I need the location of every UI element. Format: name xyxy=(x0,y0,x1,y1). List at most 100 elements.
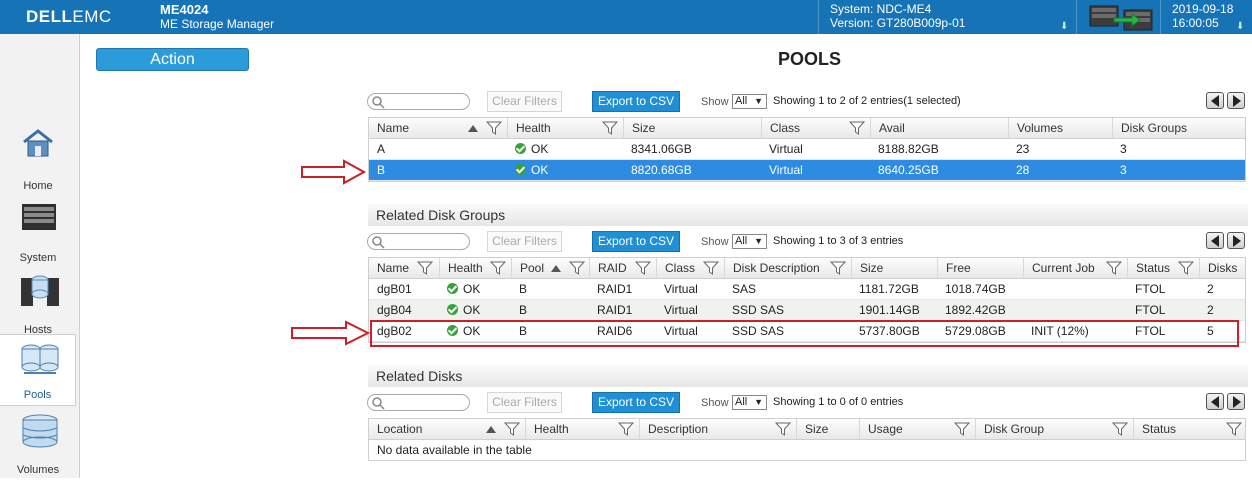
table-row-selected[interactable]: B OK 8820.68GB Virtual 8640.25GB 28 3 xyxy=(369,160,1245,181)
col-header-pool[interactable]: Pool xyxy=(511,258,589,279)
col-header-name[interactable]: Name xyxy=(369,258,439,279)
cell-status: FTOL xyxy=(1135,303,1166,317)
annotation-arrow-icon xyxy=(291,320,370,346)
filter-icon[interactable] xyxy=(1106,261,1122,275)
col-header-usage[interactable]: Usage xyxy=(859,419,975,440)
cell-size: 1181.72GB xyxy=(859,282,919,296)
sort-asc-icon[interactable] xyxy=(468,125,478,132)
filter-icon[interactable] xyxy=(849,121,865,135)
app-title: ME4024 ME Storage Manager xyxy=(160,2,274,32)
disk-groups-show-select[interactable]: All ▼ xyxy=(732,234,767,249)
col-header-name[interactable]: Name xyxy=(369,118,507,139)
col-header-status[interactable]: Status xyxy=(1127,258,1199,279)
col-header-volumes[interactable]: Volumes xyxy=(1008,118,1112,139)
disk-groups-export-csv-button[interactable]: Export to CSV xyxy=(592,231,680,252)
pools-next-page-button[interactable] xyxy=(1227,92,1245,109)
sort-asc-icon[interactable] xyxy=(551,265,561,272)
pools-clear-filters-button[interactable]: Clear Filters xyxy=(487,91,562,112)
filter-icon[interactable] xyxy=(486,121,502,135)
disks-clear-filters-button[interactable]: Clear Filters xyxy=(487,392,562,413)
col-header-health[interactable]: Health xyxy=(507,118,623,139)
col-header-size[interactable]: Size xyxy=(796,419,859,440)
disk-groups-showing-text: Showing 1 to 3 of 3 entries xyxy=(773,235,904,247)
filter-icon[interactable] xyxy=(1226,422,1242,436)
sidebar-item-system[interactable]: System xyxy=(0,196,76,268)
filter-icon[interactable] xyxy=(490,261,506,275)
cell-size: 8341.06GB xyxy=(631,142,692,156)
search-icon xyxy=(372,397,385,410)
table-row[interactable]: dgB01 OK B RAID1 Virtual SAS 1181.72GB 1… xyxy=(369,279,1245,300)
col-header-disk-group[interactable]: Disk Group xyxy=(975,419,1133,440)
filter-icon[interactable] xyxy=(635,261,651,275)
table-header: Location Health Description Size Usage D… xyxy=(369,419,1245,440)
pools-search-input[interactable] xyxy=(367,93,470,110)
sidebar-item-hosts[interactable]: Hosts xyxy=(0,268,76,340)
table-row[interactable]: dgB04 OK B RAID1 Virtual SSD SAS 1901.14… xyxy=(369,300,1245,321)
pools-prev-page-button[interactable] xyxy=(1206,92,1224,109)
disks-export-csv-button[interactable]: Export to CSV xyxy=(592,392,680,413)
cell-raid: RAID1 xyxy=(597,303,633,317)
cell-name: A xyxy=(377,142,386,156)
sidebar-item-volumes[interactable]: Volumes xyxy=(0,408,76,480)
pools-export-csv-button[interactable]: Export to CSV xyxy=(592,91,680,112)
header-divider xyxy=(818,0,819,34)
cell-disks: 2 xyxy=(1207,303,1214,317)
col-header-size[interactable]: Size xyxy=(851,258,937,279)
filter-icon[interactable] xyxy=(775,422,791,436)
action-button[interactable]: Action xyxy=(96,48,249,71)
col-header-disks[interactable]: Disks xyxy=(1199,258,1247,279)
cell-current-job xyxy=(1023,300,1031,321)
sort-asc-icon[interactable] xyxy=(486,426,496,433)
col-header-location[interactable]: Location xyxy=(369,419,525,440)
filter-icon[interactable] xyxy=(618,422,634,436)
col-header-raid[interactable]: RAID xyxy=(589,258,656,279)
chevron-down-icon: ▼ xyxy=(754,96,763,106)
col-header-class[interactable]: Class xyxy=(656,258,724,279)
disk-groups-search-input[interactable] xyxy=(367,233,470,250)
pools-show-label: Show xyxy=(701,96,729,108)
ok-check-icon xyxy=(515,164,526,175)
filter-icon[interactable] xyxy=(703,261,719,275)
disks-next-page-button[interactable] xyxy=(1227,393,1245,410)
filter-icon[interactable] xyxy=(569,261,585,275)
disks-search-input[interactable] xyxy=(367,394,470,411)
disk-groups-prev-page-button[interactable] xyxy=(1206,232,1224,249)
system-info: System: NDC-ME4 Version: GT280B009p-01 xyxy=(830,2,965,30)
col-header-health[interactable]: Health xyxy=(439,258,511,279)
arrow-left-icon xyxy=(1211,95,1219,107)
col-header-disk-groups[interactable]: Disk Groups xyxy=(1112,118,1247,139)
disk-groups-clear-filters-button[interactable]: Clear Filters xyxy=(487,231,562,252)
col-header-class[interactable]: Class xyxy=(761,118,870,139)
col-header-disk-description[interactable]: Disk Description xyxy=(724,258,851,279)
table-row[interactable]: A OK 8341.06GB Virtual 8188.82GB 23 3 xyxy=(369,139,1245,160)
col-header-avail[interactable]: Avail xyxy=(870,118,1008,139)
sidebar-item-home[interactable]: Home xyxy=(0,124,76,196)
clock-expand-icon[interactable]: ⬇ xyxy=(1236,21,1244,32)
disks-show-select[interactable]: All ▼ xyxy=(732,395,767,410)
filter-icon[interactable] xyxy=(1112,422,1128,436)
sidebar-item-pools[interactable]: Pools xyxy=(0,334,76,406)
related-disks-header: Related Disks xyxy=(368,365,1248,387)
filter-icon[interactable] xyxy=(504,422,520,436)
disk-groups-next-page-button[interactable] xyxy=(1227,232,1245,249)
col-header-health[interactable]: Health xyxy=(525,419,639,440)
search-icon xyxy=(372,96,385,109)
hosts-icon xyxy=(21,275,59,306)
col-header-size[interactable]: Size xyxy=(623,118,761,139)
system-status-icon[interactable] xyxy=(1088,2,1154,32)
col-header-free[interactable]: Free xyxy=(937,258,1023,279)
col-header-description[interactable]: Description xyxy=(639,419,796,440)
show-select-value: All xyxy=(735,95,748,107)
cell-pool: B xyxy=(519,282,528,296)
col-header-current-job[interactable]: Current Job xyxy=(1023,258,1127,279)
pools-show-select[interactable]: All ▼ xyxy=(732,94,767,109)
sidebar-item-label: Volumes xyxy=(16,464,60,476)
filter-icon[interactable] xyxy=(417,261,433,275)
filter-icon[interactable] xyxy=(830,261,846,275)
col-header-status[interactable]: Status xyxy=(1133,419,1247,440)
system-info-expand-icon[interactable]: ⬇ xyxy=(1060,21,1068,32)
filter-icon[interactable] xyxy=(602,121,618,135)
disks-prev-page-button[interactable] xyxy=(1206,393,1224,410)
filter-icon[interactable] xyxy=(1178,261,1194,275)
filter-icon[interactable] xyxy=(954,422,970,436)
